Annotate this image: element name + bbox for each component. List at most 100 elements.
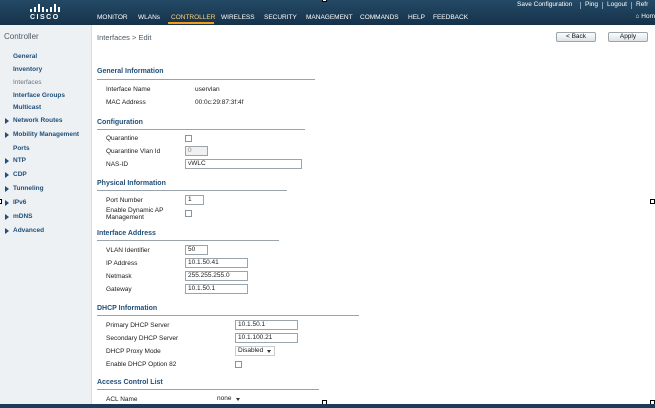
- top-header: CISCO Save Configuration Ping Logout Ref…: [0, 0, 655, 25]
- quarantine-label: Quarantine: [106, 135, 139, 142]
- vlan-identifier-field[interactable]: 50: [185, 245, 208, 255]
- menu-management[interactable]: MANAGEMENT: [306, 14, 353, 21]
- section-divider: [97, 129, 305, 130]
- secondary-dhcp-label: Secondary DHCP Server: [106, 335, 179, 342]
- acl-name-label: ACL Name: [106, 396, 138, 403]
- expand-arrow-icon[interactable]: [5, 186, 9, 192]
- expand-arrow-icon[interactable]: [5, 214, 9, 220]
- acl-name-value: none: [217, 395, 232, 402]
- mac-address-value: 00:0c:29:87:3f:4f: [195, 99, 244, 106]
- active-menu-indicator: [168, 22, 214, 24]
- sidebar-item-interfaces[interactable]: Interfaces: [13, 79, 42, 86]
- main-menu: MONITOR WLANs CONTROLLER WIRELESS SECURI…: [0, 12, 655, 24]
- menu-feedback[interactable]: FEEDBACK: [433, 14, 468, 21]
- dhcp-proxy-label: DHCP Proxy Mode: [106, 348, 161, 355]
- dynamic-ap-label: Enable Dynamic AP: [106, 207, 164, 214]
- menu-commands[interactable]: COMMANDS: [360, 14, 399, 21]
- home-label: Hom: [641, 13, 655, 20]
- menu-help[interactable]: HELP: [408, 14, 425, 21]
- section-divider: [97, 240, 279, 241]
- menu-wlans[interactable]: WLANs: [138, 14, 160, 21]
- section-title-dhcp: DHCP Information: [97, 305, 158, 312]
- vlan-identifier-label: VLAN Identifier: [106, 247, 150, 254]
- chevron-down-icon: [267, 350, 271, 353]
- mac-address-label: MAC Address: [106, 99, 146, 106]
- sidebar-item-inventory[interactable]: Inventory: [13, 66, 42, 73]
- window-bottom-edge: [0, 404, 655, 408]
- sidebar-item-multicast[interactable]: Multicast: [13, 104, 41, 111]
- sidebar-item-ports[interactable]: Ports: [13, 145, 30, 152]
- home-icon: ⌂: [635, 13, 640, 20]
- quarantine-vlan-field[interactable]: 0: [185, 146, 208, 156]
- sidebar-item-mobility-management[interactable]: Mobility Management: [13, 131, 79, 138]
- menu-monitor[interactable]: MONITOR: [97, 14, 128, 21]
- dhcp-proxy-value: Disabled: [238, 347, 264, 354]
- save-configuration-link[interactable]: Save Configuration: [517, 1, 572, 8]
- dhcp-option82-label: Enable DHCP Option 82: [106, 361, 177, 368]
- divider: [602, 2, 603, 9]
- ip-address-label: IP Address: [106, 260, 138, 267]
- section-divider: [97, 315, 359, 316]
- apply-button[interactable]: Apply: [608, 32, 648, 42]
- sidebar-item-cdp[interactable]: CDP: [13, 171, 27, 178]
- section-divider: [97, 389, 319, 390]
- port-number-field[interactable]: 1: [185, 195, 204, 205]
- interface-name-label: Interface Name: [106, 86, 151, 93]
- acl-name-select[interactable]: none: [214, 394, 244, 404]
- section-title-general: General Information: [97, 68, 164, 75]
- section-title-configuration: Configuration: [97, 119, 143, 126]
- expand-arrow-icon[interactable]: [5, 200, 9, 206]
- section-title-interface-address: Interface Address: [97, 230, 156, 237]
- chevron-down-icon: [236, 398, 240, 401]
- sidebar-item-ipv6[interactable]: IPv6: [13, 199, 26, 206]
- sidebar-item-network-routes[interactable]: Network Routes: [13, 117, 62, 124]
- expand-arrow-icon[interactable]: [5, 118, 9, 124]
- gateway-label: Gateway: [106, 286, 132, 293]
- netmask-label: Netmask: [106, 273, 132, 280]
- dhcp-option82-checkbox[interactable]: [235, 361, 242, 368]
- sidebar-item-ntp[interactable]: NTP: [13, 157, 26, 164]
- nas-id-field[interactable]: vWLC: [185, 159, 302, 169]
- resize-handle[interactable]: [650, 199, 655, 204]
- resize-handle[interactable]: [322, 0, 327, 2]
- netmask-field[interactable]: 255.255.255.0: [185, 271, 248, 281]
- sidebar-title: Controller: [4, 32, 39, 41]
- primary-dhcp-label: Primary DHCP Server: [106, 322, 170, 329]
- sidebar-item-advanced[interactable]: Advanced: [13, 227, 44, 234]
- dynamic-ap-checkbox[interactable]: [185, 210, 192, 217]
- expand-arrow-icon[interactable]: [5, 132, 9, 138]
- sidebar-item-interface-groups[interactable]: Interface Groups: [13, 92, 65, 99]
- nas-id-label: NAS-ID: [106, 161, 129, 168]
- quarantine-vlan-label: Quarantine Vlan Id: [106, 148, 161, 155]
- section-title-physical: Physical Information: [97, 180, 166, 187]
- sidebar-item-general[interactable]: General: [13, 53, 37, 60]
- gateway-field[interactable]: 10.1.50.1: [185, 284, 248, 294]
- resize-handle[interactable]: [0, 199, 2, 204]
- secondary-dhcp-field[interactable]: 10.1.100.21: [235, 333, 298, 343]
- divider: [580, 2, 581, 9]
- section-divider: [97, 190, 287, 191]
- home-link[interactable]: ⌂ Hom: [636, 13, 655, 20]
- expand-arrow-icon[interactable]: [5, 158, 9, 164]
- ip-address-field[interactable]: 10.1.50.41: [185, 258, 248, 268]
- menu-wireless[interactable]: WIRELESS: [221, 14, 255, 21]
- menu-security[interactable]: SECURITY: [264, 14, 297, 21]
- sidebar-item-mdns[interactable]: mDNS: [13, 213, 33, 220]
- menu-controller[interactable]: CONTROLLER: [171, 14, 215, 21]
- dynamic-ap-label-line2: Management: [106, 214, 144, 221]
- sidebar-item-tunneling[interactable]: Tunneling: [13, 185, 44, 192]
- expand-arrow-icon[interactable]: [5, 228, 9, 234]
- dhcp-proxy-select[interactable]: Disabled: [235, 346, 275, 356]
- ping-link[interactable]: Ping: [585, 1, 598, 8]
- divider: [631, 2, 632, 9]
- section-title-acl: Access Control List: [97, 379, 163, 386]
- quarantine-checkbox[interactable]: [185, 135, 192, 142]
- primary-dhcp-field[interactable]: 10.1.50.1: [235, 320, 298, 330]
- back-button[interactable]: < Back: [556, 32, 596, 42]
- section-divider: [97, 79, 315, 80]
- interface-name-value: uservlan: [195, 86, 220, 93]
- port-number-label: Port Number: [106, 197, 143, 204]
- refresh-link[interactable]: Refr: [636, 1, 648, 8]
- expand-arrow-icon[interactable]: [5, 172, 9, 178]
- logout-link[interactable]: Logout: [607, 1, 627, 8]
